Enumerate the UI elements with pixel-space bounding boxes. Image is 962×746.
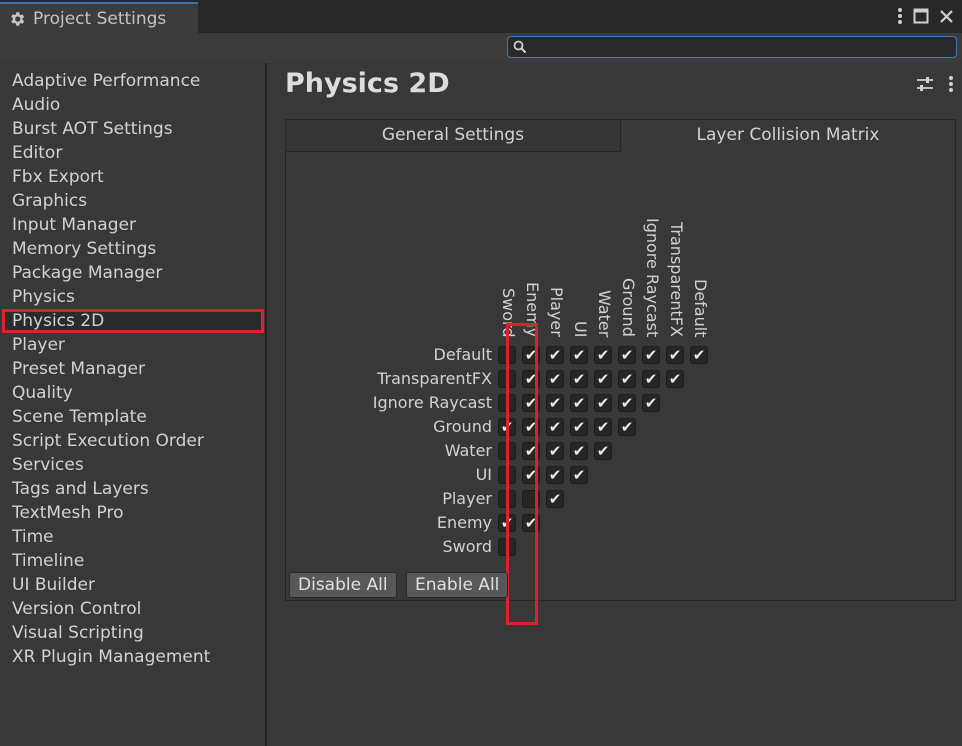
matrix-column-label: Water [595,289,614,337]
matrix-row-label: Ground [433,417,492,436]
collision-checkbox[interactable]: ✔ [594,418,612,436]
settings-frame: General Settings Layer Collision Matrix … [285,119,956,625]
sidebar-item[interactable]: Burst AOT Settings [0,117,265,141]
matrix-row-label: Enemy [436,513,492,532]
matrix-column-label: Default [691,278,710,337]
matrix-row-label: Player [442,489,492,508]
matrix-row-label: Default [433,345,492,364]
collision-checkbox[interactable]: ✔ [618,346,636,364]
collision-checkbox[interactable]: ✔ [570,466,588,484]
sword-column-highlight [506,323,538,625]
collision-checkbox[interactable]: ✔ [570,442,588,460]
sidebar-item[interactable]: Quality [0,381,265,405]
disable-all-button[interactable]: Disable All [289,572,397,598]
matrix-column-label: TransparentFX [667,222,686,337]
sidebar-item[interactable]: Time [0,525,265,549]
preset-sliders-icon[interactable] [916,75,934,93]
kebab-menu-icon[interactable] [897,7,903,25]
collision-checkbox[interactable]: ✔ [618,418,636,436]
kebab-menu-icon[interactable] [948,75,954,93]
collision-checkbox[interactable]: ✔ [690,346,708,364]
sidebar-item[interactable]: UI Builder [0,573,265,597]
settings-main-panel: Physics 2D General Settings Layer Collis… [269,63,962,746]
sidebar-item[interactable]: Editor [0,141,265,165]
collision-checkbox[interactable]: ✔ [570,394,588,412]
settings-sidebar: Adaptive Performance Audio Burst AOT Setti… [0,63,267,746]
search-bar [0,33,962,63]
sidebar-item[interactable]: Script Execution Order [0,429,265,453]
sidebar-item[interactable]: Player [0,333,265,357]
sidebar-item[interactable]: Preset Manager [0,357,265,381]
collision-checkbox[interactable]: ✔ [570,370,588,388]
collision-checkbox[interactable]: ✔ [546,418,564,436]
tab-general-settings[interactable]: General Settings [286,120,620,152]
sidebar-item[interactable]: XR Plugin Management [0,645,265,669]
sidebar-item[interactable]: Scene Template [0,405,265,429]
sidebar-item[interactable]: Services [0,453,265,477]
settings-category-list: Adaptive Performance Audio Burst AOT Setti… [0,69,265,669]
title-bar: Project Settings [0,0,962,33]
page-title: Physics 2D [285,68,450,99]
collision-checkbox[interactable]: ✔ [642,370,660,388]
sidebar-item[interactable]: TextMesh Pro [0,501,265,525]
search-icon [513,40,527,54]
collision-checkbox[interactable]: ✔ [666,346,684,364]
matrix-column-label: UI [571,320,590,337]
gear-icon [11,11,25,26]
sidebar-item[interactable]: Visual Scripting [0,621,265,645]
window-tab[interactable]: Project Settings [0,2,198,33]
collision-checkbox[interactable]: ✔ [546,490,564,508]
collision-checkbox[interactable]: ✔ [546,370,564,388]
collision-checkbox[interactable]: ✔ [570,346,588,364]
matrix-row-label: Sword [442,537,492,556]
sidebar-item[interactable]: Graphics [0,189,265,213]
collision-checkbox[interactable]: ✔ [570,418,588,436]
sidebar-item[interactable]: Input Manager [0,213,265,237]
matrix-column-label: Ground [619,278,638,337]
collision-checkbox[interactable]: ✔ [546,466,564,484]
collision-checkbox[interactable]: ✔ [546,394,564,412]
collision-checkbox[interactable]: ✔ [594,394,612,412]
matrix-row-label: Ignore Raycast [372,393,492,412]
window-title: Project Settings [33,8,167,29]
sidebar-item[interactable]: Physics 2D [2,309,264,333]
sidebar-item[interactable]: Package Manager [0,261,265,285]
matrix-row-label: UI [475,465,492,484]
sidebar-item[interactable]: Tags and Layers [0,477,265,501]
collision-checkbox[interactable]: ✔ [594,370,612,388]
search-input[interactable] [532,38,950,56]
collision-checkbox[interactable]: ✔ [642,394,660,412]
sidebar-item[interactable]: Audio [0,93,265,117]
matrix-row-label: TransparentFX [377,369,492,388]
collision-checkbox[interactable]: ✔ [666,370,684,388]
matrix-column-label: Ignore Raycast [643,217,662,337]
maximize-icon[interactable] [913,8,929,24]
collision-checkbox[interactable]: ✔ [546,442,564,460]
collision-checkbox[interactable]: ✔ [594,442,612,460]
collision-checkbox[interactable]: ✔ [618,370,636,388]
sidebar-item[interactable]: Fbx Export [0,165,265,189]
collision-checkbox[interactable]: ✔ [546,346,564,364]
collision-checkbox[interactable]: ✔ [642,346,660,364]
enable-all-button[interactable]: Enable All [406,572,509,598]
close-icon[interactable] [939,9,954,24]
collision-checkbox[interactable]: ✔ [594,346,612,364]
collision-checkbox[interactable]: ✔ [618,394,636,412]
sidebar-item[interactable]: Physics [0,285,265,309]
sidebar-item[interactable]: Memory Settings [0,237,265,261]
sidebar-item[interactable]: Adaptive Performance [0,69,265,93]
tab-layer-collision-matrix[interactable]: Layer Collision Matrix [620,120,955,152]
matrix-column-label: Player [547,287,566,337]
sidebar-item[interactable]: Timeline [0,549,265,573]
sidebar-item[interactable]: Version Control [0,597,265,621]
search-field[interactable] [507,36,957,58]
matrix-row-label: Water [444,441,492,460]
